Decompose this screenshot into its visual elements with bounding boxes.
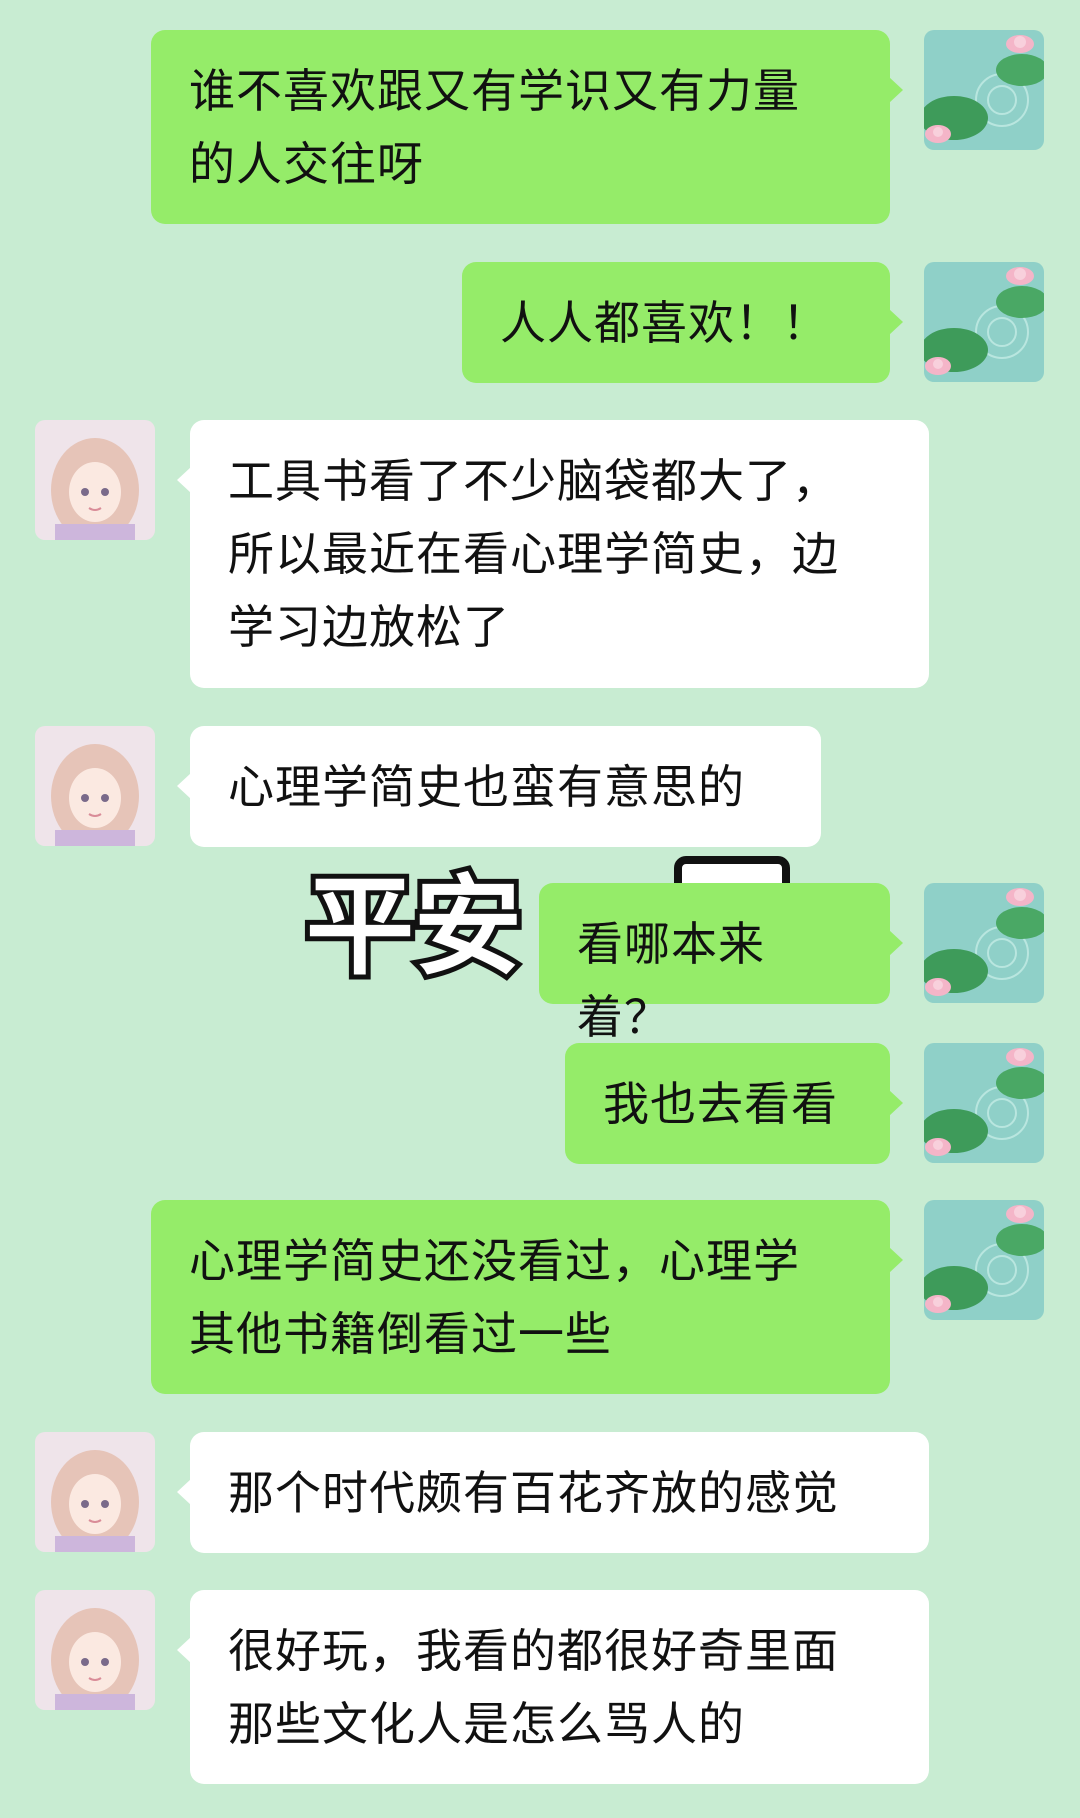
lotus-pond-avatar-icon bbox=[924, 1200, 1044, 1320]
message-bubble-received[interactable]: 心理学简史也蛮有意思的 bbox=[177, 726, 821, 847]
message-bubble-sent[interactable]: 人人都喜欢！！ bbox=[462, 262, 903, 383]
message-bubble-sent[interactable]: 看哪本来着？ bbox=[539, 883, 903, 1044]
lotus-pond-avatar-icon bbox=[924, 262, 1044, 382]
contact-avatar[interactable] bbox=[35, 1590, 155, 1710]
lotus-pond-avatar-icon bbox=[924, 30, 1044, 150]
anime-girl-avatar-icon bbox=[35, 1432, 155, 1552]
message-bubble-sent[interactable]: 心理学简史还没看过，心理学 其他书籍倒看过一些 bbox=[151, 1200, 903, 1394]
contact-avatar[interactable] bbox=[35, 726, 155, 846]
anime-girl-avatar-icon bbox=[35, 1590, 155, 1710]
my-avatar[interactable] bbox=[924, 1200, 1044, 1320]
message-bubble-received[interactable]: 很好玩，我看的都很好奇里面 那些文化人是怎么骂人的 bbox=[177, 1590, 929, 1784]
lotus-pond-avatar-icon bbox=[924, 1043, 1044, 1163]
chat-area: 平安 谁不喜欢跟又有学识又有力量 的人交往呀 人人都喜欢！！ 工具书看了不少脑袋… bbox=[0, 0, 1080, 1818]
message-bubble-received[interactable]: 工具书看了不少脑袋都大了， 所以最近在看心理学简史，边 学习边放松了 bbox=[177, 420, 929, 688]
my-avatar[interactable] bbox=[924, 883, 1044, 1003]
sticker-text: 平安 bbox=[306, 865, 522, 990]
message-bubble-received[interactable]: 那个时代颇有百花齐放的感觉 bbox=[177, 1432, 929, 1553]
message-bubble-sent[interactable]: 谁不喜欢跟又有学识又有力量 的人交往呀 bbox=[151, 30, 903, 224]
my-avatar[interactable] bbox=[924, 1043, 1044, 1163]
contact-avatar[interactable] bbox=[35, 1432, 155, 1552]
contact-avatar[interactable] bbox=[35, 420, 155, 540]
my-avatar[interactable] bbox=[924, 262, 1044, 382]
my-avatar[interactable] bbox=[924, 30, 1044, 150]
message-bubble-sent[interactable]: 我也去看看 bbox=[565, 1043, 903, 1164]
lotus-pond-avatar-icon bbox=[924, 883, 1044, 1003]
anime-girl-avatar-icon bbox=[35, 420, 155, 540]
anime-girl-avatar-icon bbox=[35, 726, 155, 846]
